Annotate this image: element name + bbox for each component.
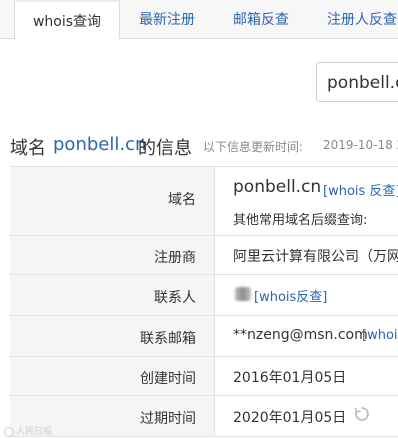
registrar-label: 注册商 bbox=[154, 250, 196, 266]
title-prefix: 域名 bbox=[10, 138, 46, 159]
value-cell: 阿里云计算有限公司（万网 bbox=[215, 236, 398, 274]
other-suffix-query-label: 其他常用域名后缀查询: bbox=[233, 213, 368, 228]
email-value: **nzeng@msn.com bbox=[233, 327, 368, 343]
label-cell: 创建时间 bbox=[10, 357, 215, 395]
value-cell: [whois反查] bbox=[215, 275, 398, 315]
value-cell: ponbell.cn [whois 反查] 其他常用域名后缀查询: bbox=[215, 167, 398, 235]
tab-whois-query[interactable]: whois查询 bbox=[14, 0, 120, 40]
label-cell: 域名 bbox=[10, 167, 215, 235]
label-cell: 联系人 bbox=[10, 275, 215, 315]
watermark-text: 人民日报 bbox=[16, 427, 53, 437]
domain-value: ponbell.cn bbox=[233, 177, 322, 197]
search-area: ponbell.cn bbox=[0, 39, 398, 119]
label-cell: 联系邮箱 bbox=[10, 316, 215, 356]
search-input[interactable]: ponbell.cn bbox=[316, 62, 398, 102]
whois-reverse-link[interactable]: [whois 反查] bbox=[323, 180, 398, 199]
registrar-value: 阿里云计算有限公司（万网 bbox=[233, 249, 398, 265]
table-row-registrar: 注册商 阿里云计算有限公司（万网 bbox=[10, 236, 398, 275]
whois-info-table: 域名 ponbell.cn [whois 反查] 其他常用域名后缀查询: 注册商… bbox=[10, 166, 398, 437]
email-label: 联系邮箱 bbox=[140, 331, 196, 347]
email-whois-reverse-link[interactable]: [whois bbox=[362, 328, 398, 343]
tab-new-registrations[interactable]: 最新注册 bbox=[124, 0, 210, 38]
contact-whois-reverse-link[interactable]: [whois反查] bbox=[254, 286, 327, 305]
whois-page: whois查询 最新注册 邮箱反查 注册人反查 ponbell.cn 域名 po… bbox=[0, 0, 398, 439]
watermark: 人民日报 bbox=[4, 424, 52, 437]
tab-bar: whois查询 最新注册 邮箱反查 注册人反查 bbox=[0, 0, 398, 40]
expires-label: 过期时间 bbox=[140, 411, 196, 427]
value-cell: 2020年01月05日 bbox=[215, 396, 398, 436]
created-label: 创建时间 bbox=[140, 371, 196, 387]
value-cell: **nzeng@msn.com [whois bbox=[215, 316, 398, 356]
table-row-expires: 过期时间 2020年01月05日 bbox=[10, 396, 398, 437]
title-domain[interactable]: ponbell.cn bbox=[53, 134, 146, 155]
tab-registrant-reverse[interactable]: 注册人反查 bbox=[314, 0, 398, 38]
created-value: 2016年01月05日 bbox=[233, 370, 347, 386]
refresh-icon[interactable] bbox=[354, 406, 370, 422]
tab-email-reverse[interactable]: 邮箱反查 bbox=[218, 0, 304, 38]
table-row-email: 联系邮箱 **nzeng@msn.com [whois bbox=[10, 316, 398, 357]
table-row-contact: 联系人 [whois反查] bbox=[10, 275, 398, 316]
expires-value: 2020年01月05日 bbox=[233, 410, 347, 426]
page-title: 域名 ponbell.cn 的信息 以下信息更新时间: 2019-10-18 2 bbox=[0, 125, 398, 165]
table-row-domain: 域名 ponbell.cn [whois 反查] 其他常用域名后缀查询: bbox=[10, 167, 398, 236]
table-row-created: 创建时间 2016年01月05日 bbox=[10, 357, 398, 396]
update-time-label: 以下信息更新时间: bbox=[203, 140, 304, 154]
watermark-logo-icon bbox=[4, 426, 14, 437]
title-suffix: 的信息 bbox=[138, 138, 192, 159]
update-time-value: 2019-10-18 2 bbox=[323, 138, 398, 152]
label-cell: 注册商 bbox=[10, 236, 215, 274]
redacted-contact-name bbox=[235, 287, 251, 301]
domain-label: 域名 bbox=[168, 192, 196, 208]
value-cell: 2016年01月05日 bbox=[215, 357, 398, 395]
contact-label: 联系人 bbox=[154, 290, 196, 306]
